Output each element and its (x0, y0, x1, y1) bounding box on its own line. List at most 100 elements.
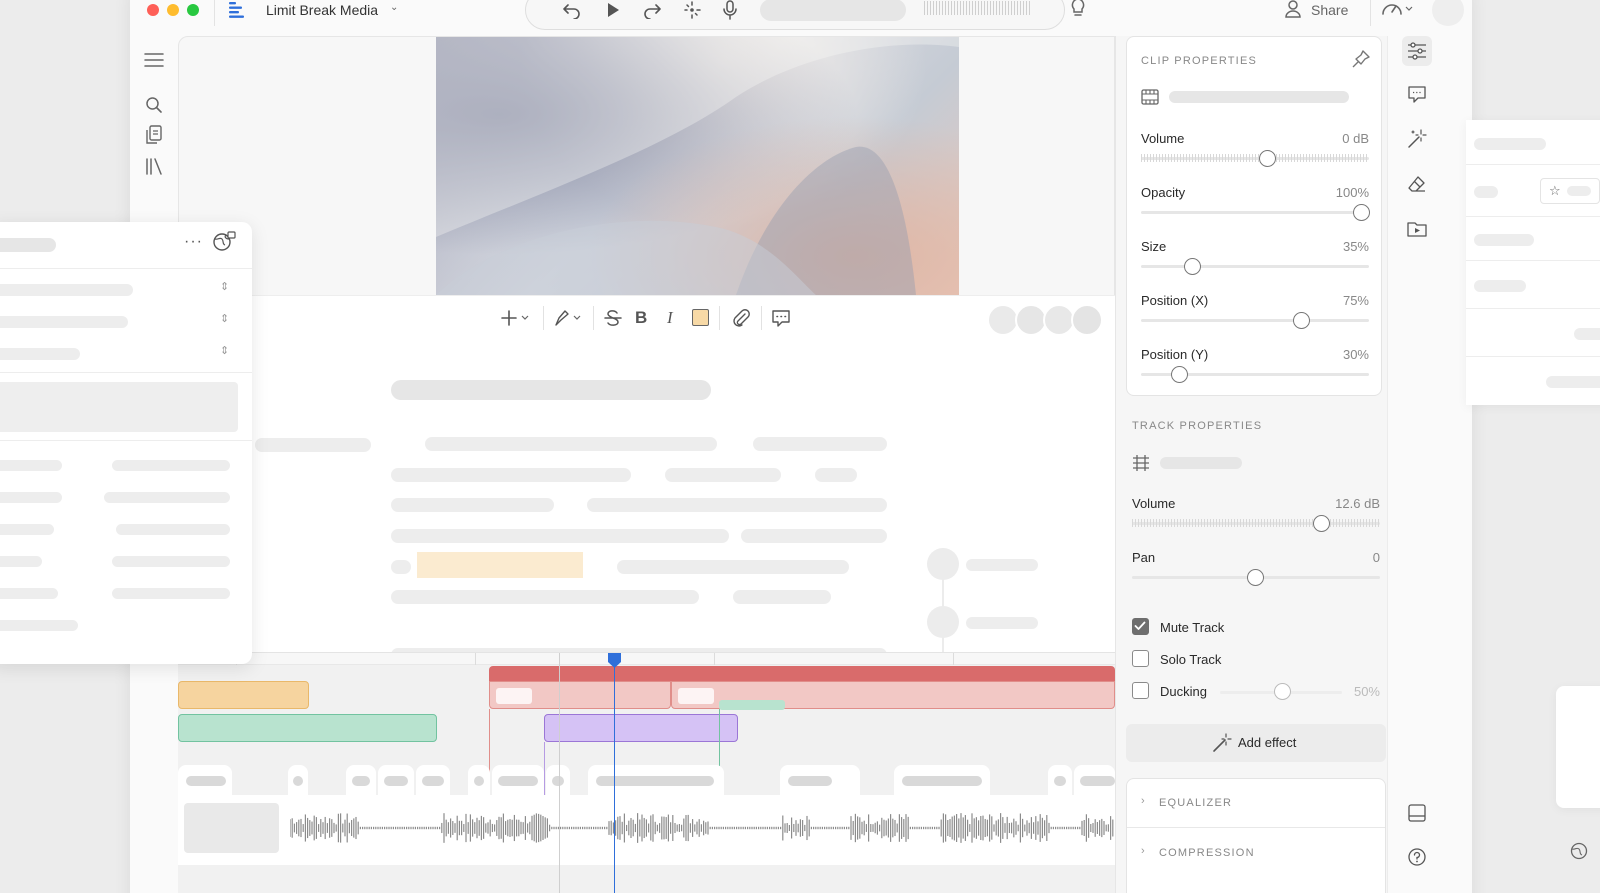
mute-track-checkbox[interactable] (1132, 618, 1149, 635)
italic-icon[interactable]: I (667, 308, 673, 328)
word-chip[interactable] (178, 765, 232, 795)
comment-avatar[interactable] (927, 548, 959, 580)
chevron-down-icon[interactable]: ⌄ (390, 2, 398, 13)
minimize-window-button[interactable] (167, 4, 179, 16)
inspector-tab-bar (1387, 36, 1447, 893)
row-value-placeholder (116, 524, 230, 535)
more-options-icon[interactable]: ··· (184, 233, 203, 251)
compression-label: COMPRESSION (1159, 847, 1255, 859)
eraser-tab-icon[interactable] (1402, 169, 1432, 199)
slider-track[interactable] (1141, 211, 1369, 214)
slider-knob[interactable] (1247, 569, 1264, 586)
share-button[interactable]: Share (1311, 2, 1348, 18)
time-ruler[interactable] (178, 653, 1115, 665)
video-clip[interactable] (178, 714, 437, 742)
audio-track[interactable] (178, 795, 1115, 865)
slider-knob[interactable] (1312, 515, 1330, 532)
add-icon[interactable] (501, 308, 533, 328)
playhead[interactable] (614, 657, 615, 893)
captions-tab-icon[interactable] (1402, 79, 1432, 109)
word-chip[interactable] (894, 765, 990, 795)
compression-section[interactable]: › COMPRESSION (1127, 828, 1385, 876)
word-chip[interactable] (288, 765, 308, 795)
stepper-icon[interactable]: ⇕ (220, 280, 229, 293)
slider-track[interactable] (1141, 319, 1369, 322)
comment-icon[interactable] (771, 308, 791, 328)
document-editor[interactable]: B I (179, 295, 1116, 668)
text-line (391, 590, 699, 604)
add-effect-button[interactable]: Add effect (1126, 724, 1386, 762)
avatar[interactable] (1071, 304, 1103, 336)
speedometer-icon[interactable] (1380, 0, 1414, 20)
undo-icon[interactable] (562, 1, 582, 19)
close-window-button[interactable] (147, 4, 159, 16)
divider (1466, 216, 1600, 217)
solo-track-checkbox[interactable] (1132, 650, 1149, 667)
documents-icon[interactable] (145, 124, 163, 146)
sparkle-icon[interactable] (682, 0, 702, 20)
play-icon[interactable] (604, 1, 622, 19)
pin-icon[interactable] (1351, 49, 1371, 69)
magic-tab-icon[interactable] (1402, 124, 1432, 154)
ducking-checkbox[interactable] (1132, 682, 1149, 699)
comment-text (966, 559, 1038, 571)
word-chip[interactable] (416, 765, 450, 795)
avatar[interactable] (1432, 0, 1464, 26)
word-chip[interactable] (378, 765, 414, 795)
globe-icon[interactable] (1570, 842, 1588, 860)
project-title[interactable]: Limit Break Media (266, 2, 378, 18)
panel-toggle-icon[interactable] (1402, 798, 1432, 828)
media-folder-tab-icon[interactable] (1402, 214, 1432, 244)
word-chip[interactable] (780, 765, 860, 795)
word-chip[interactable] (546, 765, 570, 795)
row-value-placeholder (112, 556, 230, 567)
ducking-slider-knob[interactable] (1274, 683, 1291, 700)
mic-icon[interactable] (722, 0, 738, 21)
video-clip[interactable] (178, 681, 309, 709)
video-preview[interactable] (436, 37, 959, 295)
playhead-handle[interactable] (608, 653, 621, 669)
stepper-icon[interactable]: ⇕ (220, 344, 229, 357)
comment-avatar[interactable] (927, 606, 959, 638)
user-icon[interactable] (1284, 0, 1302, 19)
word-chip[interactable] (468, 765, 490, 795)
audio-clip[interactable] (489, 681, 671, 709)
strikethrough-icon[interactable] (603, 308, 623, 328)
search-icon[interactable] (145, 96, 163, 114)
slider-knob[interactable] (1258, 150, 1276, 167)
audio-clip-header[interactable] (489, 666, 1115, 682)
word-chip[interactable] (346, 765, 376, 795)
word-chip[interactable] (492, 765, 544, 795)
help-icon[interactable] (1402, 842, 1432, 872)
lightbulb-icon[interactable] (1068, 0, 1088, 20)
favorite-button[interactable]: ☆ (1540, 178, 1600, 204)
video-clip[interactable] (544, 714, 738, 742)
divider (543, 306, 544, 330)
word-chip[interactable] (1074, 765, 1115, 795)
transport-bar (525, 0, 1065, 30)
slider-knob[interactable] (1183, 258, 1201, 275)
slider-track[interactable] (1141, 265, 1369, 268)
word-chip[interactable] (588, 765, 724, 795)
zoom-window-button[interactable] (187, 4, 199, 16)
slider-knob[interactable] (1293, 312, 1311, 329)
timeline[interactable] (178, 652, 1115, 893)
highlight-color-icon[interactable] (692, 309, 709, 326)
video-clip[interactable] (719, 700, 785, 710)
bold-icon[interactable]: B (635, 308, 647, 328)
slider-knob[interactable] (1353, 204, 1370, 221)
text-line (753, 437, 887, 451)
globe-lock-icon[interactable] (212, 230, 236, 252)
stepper-icon[interactable]: ⇕ (220, 312, 229, 325)
highlighted-text[interactable] (417, 552, 583, 578)
pen-tool-icon[interactable] (553, 308, 585, 328)
attachment-icon[interactable] (731, 308, 751, 328)
properties-tab-icon[interactable] (1402, 36, 1432, 66)
redo-icon[interactable] (642, 1, 662, 19)
equalizer-section[interactable]: › EQUALIZER (1127, 779, 1385, 827)
word-chip[interactable] (1048, 765, 1072, 795)
slider-knob[interactable] (1171, 366, 1189, 383)
library-icon[interactable] (144, 156, 164, 176)
hamburger-menu-icon[interactable] (144, 52, 164, 68)
magic-wand-icon (1212, 733, 1232, 753)
